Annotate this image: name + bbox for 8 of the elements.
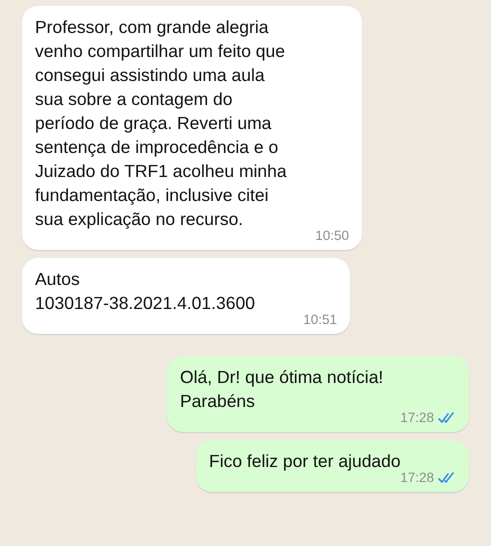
message-time: 10:50 (315, 227, 349, 244)
message-time: 10:51 (303, 311, 337, 328)
message-text: Professor, com grande alegria venho compartilhar um feito que consegui assistindo uma aula sua sobre a contagem do período de graça. Reverti uma sentença de improcedência e o Juizado do TRF1 acolheu minha fundamentação, inclusive citei sua explicação no recurso. (35, 17, 287, 229)
message-text: Olá, Dr! que ótima notícia! Parabéns (180, 367, 384, 411)
message-text: Fico feliz por ter ajudado (209, 451, 401, 471)
message-time: 17:28 (400, 409, 434, 426)
message-time: 17:28 (400, 469, 434, 486)
message-text: Autos 1030187-38.2021.4.01.3600 (35, 269, 255, 313)
